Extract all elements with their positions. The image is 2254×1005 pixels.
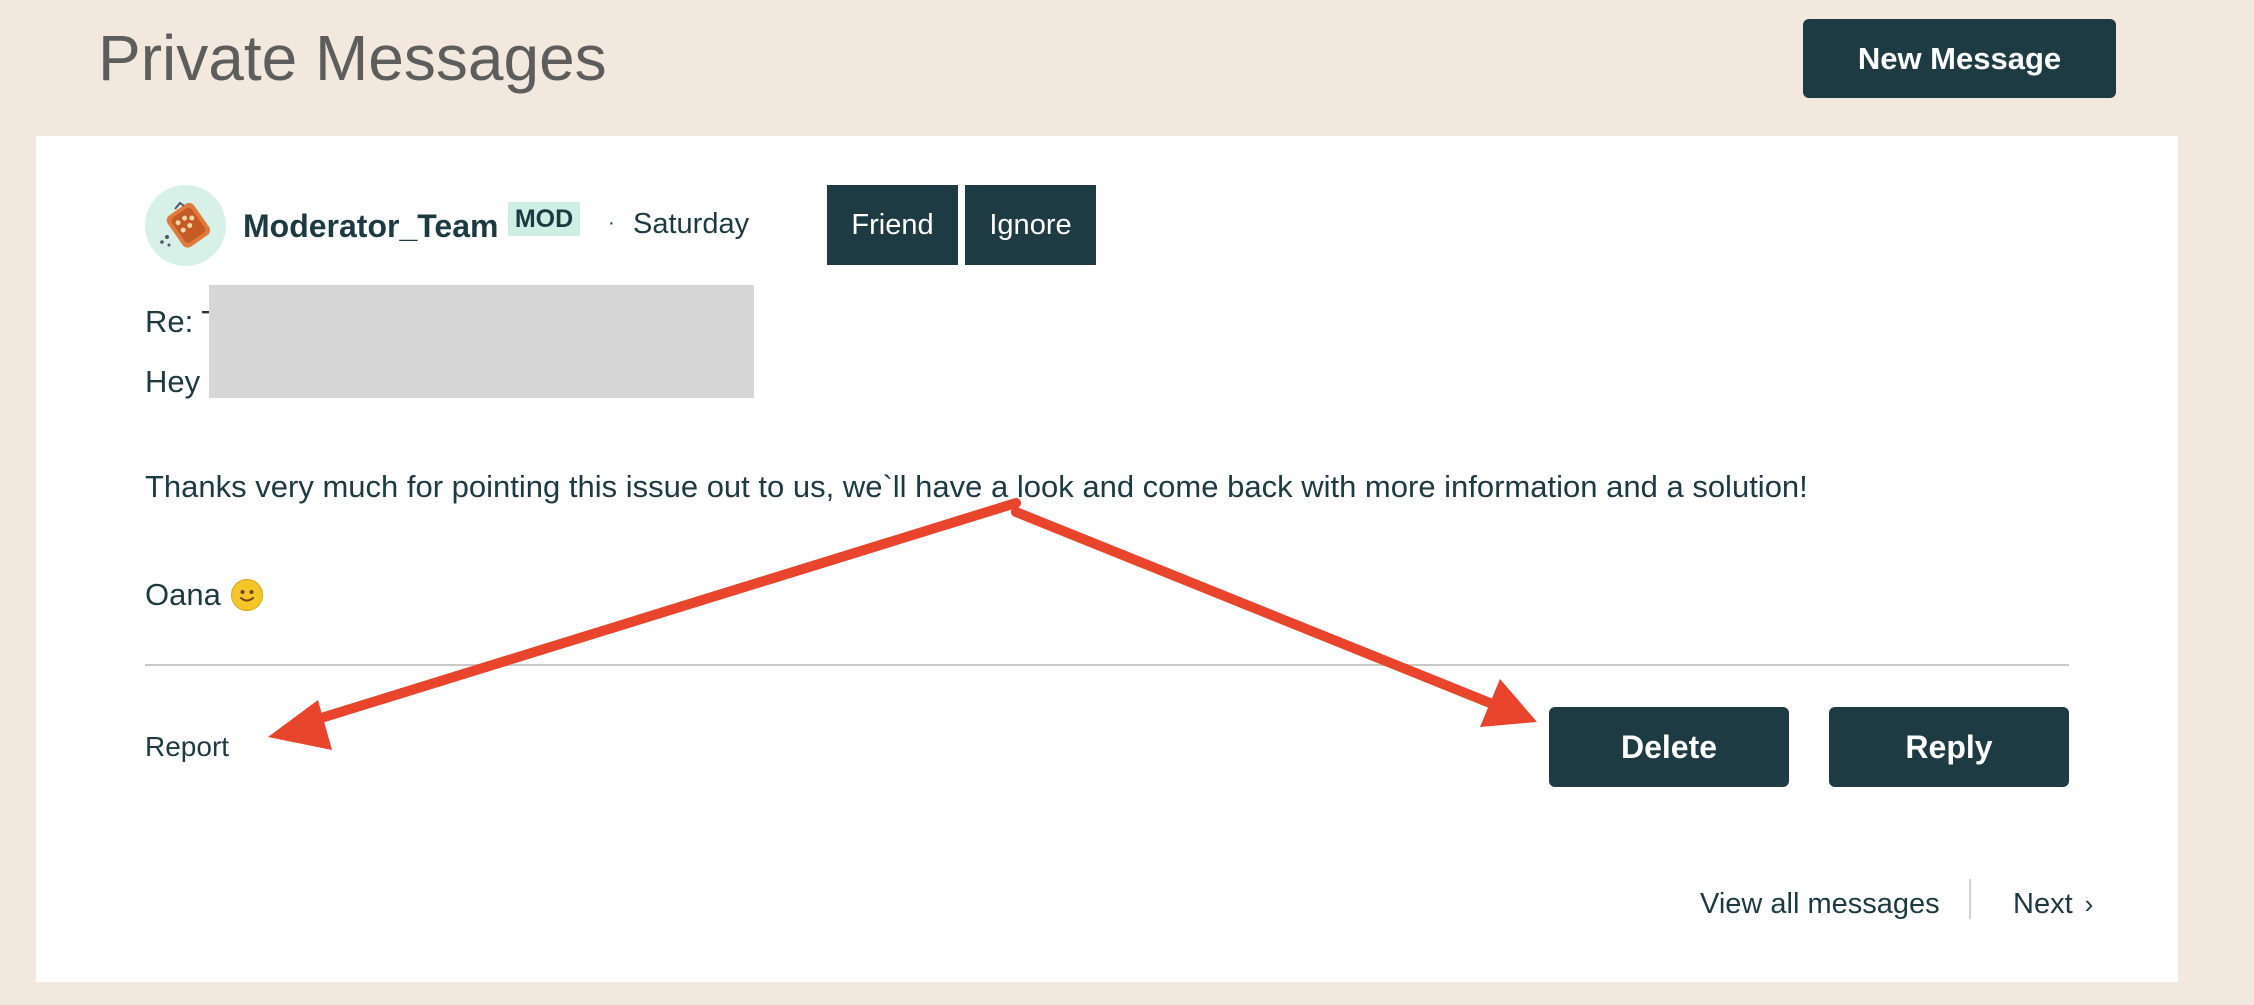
reply-button[interactable]: Reply xyxy=(1829,707,2069,787)
next-label: Next xyxy=(2013,888,2073,920)
report-link[interactable]: Report xyxy=(145,731,229,763)
slightly-smiling-face-icon xyxy=(230,579,263,611)
redaction-box xyxy=(209,285,754,398)
meta-separator: · xyxy=(608,212,615,234)
page-title: Private Messages xyxy=(98,22,607,94)
signoff-name: Oana xyxy=(145,577,221,612)
message-signoff: Oana xyxy=(145,577,263,613)
message-greeting: Hey xyxy=(145,364,201,399)
ignore-button[interactable]: Ignore xyxy=(965,185,1096,265)
divider xyxy=(145,664,2069,666)
new-message-button[interactable]: New Message xyxy=(1803,19,2116,98)
avatar[interactable] xyxy=(145,185,226,266)
message-card: Moderator_Team MOD · Saturday Friend Ign… xyxy=(36,136,2178,982)
message-date: Saturday xyxy=(633,208,750,240)
pager-divider xyxy=(1969,879,1971,919)
message-body: Thanks very much for pointing this issue… xyxy=(145,469,1808,504)
chevron-right-icon: › xyxy=(2084,889,2094,919)
next-link[interactable]: Next › xyxy=(2013,888,2093,921)
author-name[interactable]: Moderator_Team xyxy=(243,208,498,245)
view-all-messages-link[interactable]: View all messages xyxy=(1700,888,1940,921)
delete-button[interactable]: Delete xyxy=(1549,707,1789,787)
moderator-badge: MOD xyxy=(508,202,580,236)
avatar-illustration-icon xyxy=(160,201,211,248)
friend-button[interactable]: Friend xyxy=(827,185,958,265)
